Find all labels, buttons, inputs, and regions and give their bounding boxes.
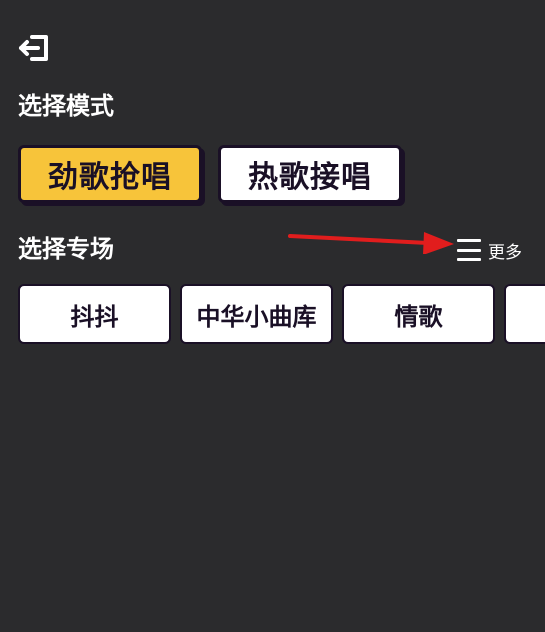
venue-card-qingge[interactable]: 情歌 [342,284,495,344]
venue-card-zhonghua-xiaoquku[interactable]: 中华小曲库 [180,284,333,344]
venue-card-doudou[interactable]: 抖抖 [18,284,171,344]
venue-list: 抖抖 中华小曲库 情歌 [18,284,545,346]
menu-lines-icon [457,239,481,261]
more-venues-button[interactable]: 更多 [457,236,522,264]
annotation-arrow [288,232,454,254]
venue-card-partial[interactable] [504,284,545,344]
venue-section-title: 选择专场 [18,235,114,263]
exit-icon [19,35,48,61]
exit-button[interactable] [18,33,50,63]
mode-section-title: 选择模式 [18,92,114,120]
mode-option-rege-jiechang[interactable]: 热歌接唱 [218,145,402,203]
more-label: 更多 [488,242,522,263]
mode-option-jinge-qiangchang[interactable]: 劲歌抢唱 [18,145,202,203]
